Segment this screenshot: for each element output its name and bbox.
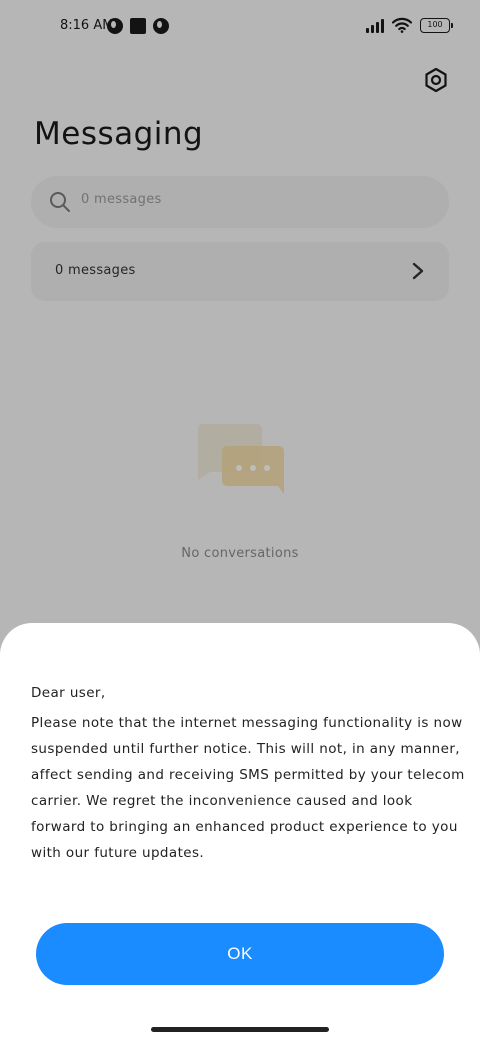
- ok-button[interactable]: OK: [36, 923, 444, 985]
- notice-dialog: Dear user, Please note that the internet…: [0, 623, 480, 1040]
- dialog-greeting: Dear user,: [31, 685, 106, 701]
- home-indicator[interactable]: [151, 1027, 329, 1032]
- dialog-message: Please note that the internet messaging …: [31, 715, 465, 861]
